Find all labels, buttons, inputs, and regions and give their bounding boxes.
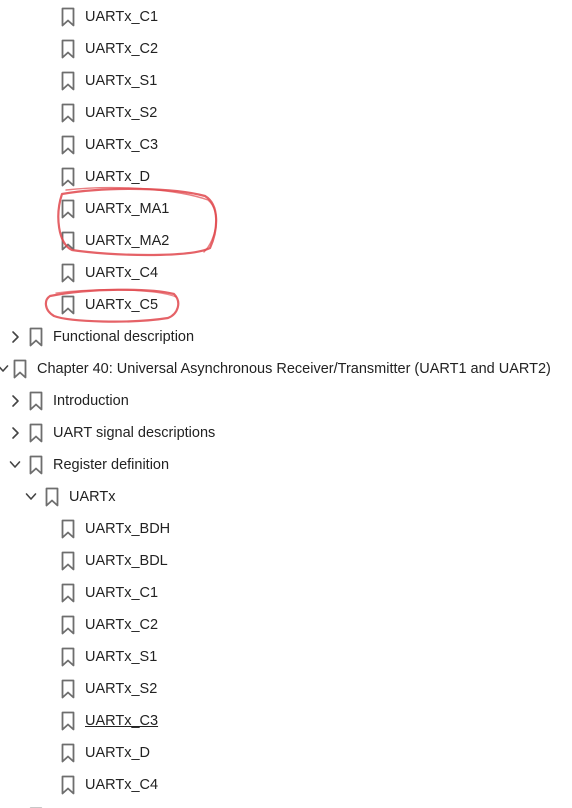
bookmark-item[interactable]: UARTx_MA2 [0, 225, 572, 257]
bookmark-item[interactable]: UARTx_C2 [0, 609, 572, 641]
bookmark-item[interactable]: UARTx_C1 [0, 1, 572, 33]
bookmark-item[interactable]: UARTx_C5 [0, 289, 572, 321]
chevron-down-icon[interactable] [24, 489, 38, 505]
bookmark-icon [61, 103, 75, 123]
bookmark-icon [61, 167, 75, 187]
chevron-right-icon[interactable] [8, 393, 22, 409]
bookmark-label: UARTx_MA2 [85, 233, 170, 249]
bookmark-icon [29, 423, 43, 443]
bookmark-item[interactable]: UARTx_BDL [0, 545, 572, 577]
bookmark-label: UARTx_C1 [85, 9, 159, 25]
bookmark-label: UARTx_S2 [85, 105, 158, 121]
chevron-down-icon[interactable] [8, 457, 22, 473]
bookmark-item[interactable]: UARTx_MA1 [0, 193, 572, 225]
bookmark-label: UARTx_C1 [85, 585, 159, 601]
bookmark-icon [61, 135, 75, 155]
bookmark-label: UARTx_S2 [85, 681, 158, 697]
bookmark-icon [29, 327, 43, 347]
bookmark-item[interactable]: UARTx_S2 [0, 673, 572, 705]
bookmark-item[interactable]: UARTx_S2 [0, 97, 572, 129]
bookmark-icon [13, 359, 27, 379]
bookmark-label: UARTx_C2 [85, 41, 159, 57]
bookmark-item[interactable] [0, 801, 572, 808]
bookmark-item[interactable]: Chapter 40: Universal Asynchronous Recei… [0, 353, 572, 385]
bookmark-item[interactable]: UARTx_D [0, 737, 572, 769]
chevron-right-icon[interactable] [8, 425, 22, 441]
bookmark-label: UARTx_MA1 [85, 201, 170, 217]
bookmark-label: UARTx_C4 [85, 777, 159, 793]
bookmark-item[interactable]: UARTx_S1 [0, 65, 572, 97]
bookmark-icon [61, 519, 75, 539]
bookmark-icon [61, 7, 75, 27]
bookmark-icon [61, 551, 75, 571]
bookmark-icon [61, 711, 75, 731]
bookmark-label: Register definition [53, 457, 170, 473]
bookmark-item[interactable]: UARTx_C3 [0, 705, 572, 737]
bookmark-item[interactable]: UARTx_C3 [0, 129, 572, 161]
bookmark-icon [45, 487, 59, 507]
bookmark-label: Functional description [53, 329, 195, 345]
bookmark-item[interactable]: UARTx_C4 [0, 257, 572, 289]
bookmark-icon [61, 679, 75, 699]
bookmark-item[interactable]: UART signal descriptions [0, 417, 572, 449]
bookmark-icon [61, 199, 75, 219]
bookmark-icon [61, 647, 75, 667]
bookmark-label: UARTx_S1 [85, 73, 158, 89]
bookmark-label: Introduction [53, 393, 129, 409]
bookmark-icon [61, 231, 75, 251]
bookmark-item[interactable]: Functional description [0, 321, 572, 353]
bookmark-icon [29, 455, 43, 475]
bookmark-label: UARTx_C4 [85, 265, 159, 281]
bookmark-icon [61, 295, 75, 315]
bookmark-label: UARTx_C3 [85, 713, 159, 729]
bookmark-label: UARTx_C5 [85, 297, 159, 313]
bookmark-icon [61, 615, 75, 635]
bookmark-label: UARTx_S1 [85, 649, 158, 665]
bookmark-item[interactable]: UARTx_C2 [0, 33, 572, 65]
bookmark-label: Chapter 40: Universal Asynchronous Recei… [37, 361, 551, 377]
bookmark-item[interactable]: UARTx [0, 481, 572, 513]
bookmark-label: UARTx_BDL [85, 553, 168, 569]
bookmark-icon [29, 391, 43, 411]
bookmark-item[interactable]: UARTx_BDH [0, 513, 572, 545]
bookmark-item[interactable]: UARTx_S1 [0, 641, 572, 673]
bookmark-icon [61, 775, 75, 795]
bookmark-item[interactable]: Register definition [0, 449, 572, 481]
bookmark-icon [61, 743, 75, 763]
chevron-right-icon[interactable] [8, 329, 22, 345]
bookmark-icon [61, 71, 75, 91]
bookmark-icon [61, 263, 75, 283]
bookmark-item[interactable]: UARTx_C4 [0, 769, 572, 801]
bookmark-item[interactable]: UARTx_D [0, 161, 572, 193]
bookmark-item[interactable]: UARTx_C1 [0, 577, 572, 609]
bookmark-label: UARTx_D [85, 169, 150, 185]
bookmark-label: UARTx_C2 [85, 617, 159, 633]
bookmark-icon [61, 39, 75, 59]
bookmark-label: UARTx_BDH [85, 521, 171, 537]
bookmark-label: UART signal descriptions [53, 425, 216, 441]
bookmark-icon [61, 583, 75, 603]
chevron-down-icon[interactable] [0, 361, 10, 377]
bookmark-label: UARTx_C3 [85, 137, 159, 153]
bookmarks-panel: UARTx_C1 UARTx_C2 UARTx_S1 UARTx_S2 UARTx_C3… [0, 0, 572, 808]
bookmark-label: UARTx [69, 489, 116, 505]
bookmark-label: UARTx_D [85, 745, 150, 761]
bookmark-item[interactable]: Introduction [0, 385, 572, 417]
